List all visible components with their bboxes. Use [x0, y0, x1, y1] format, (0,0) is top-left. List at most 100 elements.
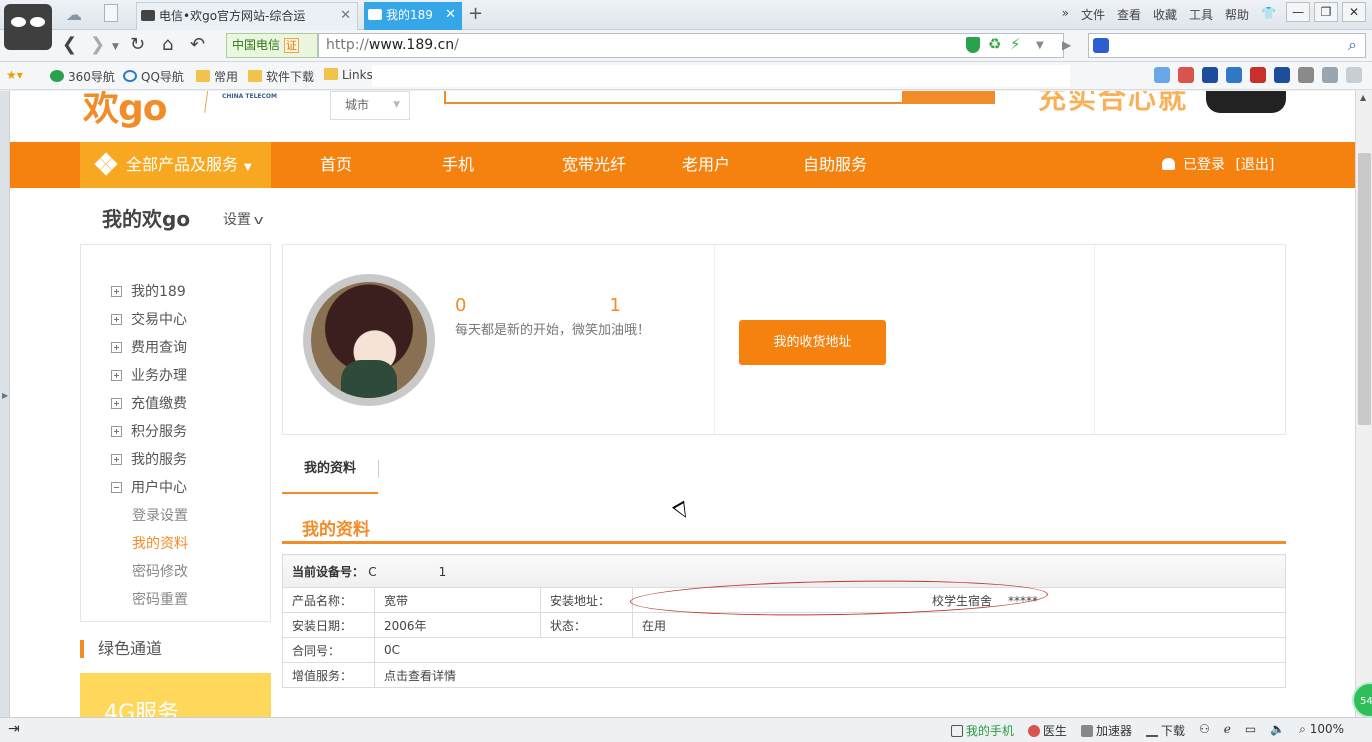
menu-help[interactable]: 帮助 [1225, 6, 1249, 23]
bookmark-360[interactable]: 360导航 [50, 68, 115, 85]
tab-my-profile[interactable]: 我的资料 [282, 450, 378, 494]
refresh-button[interactable]: ↻ [130, 34, 145, 55]
side-panel-handle[interactable]: ▶ [0, 91, 10, 717]
tab-my189[interactable]: 我的189 ✕ [364, 2, 462, 30]
carrier-security-badge[interactable]: 中国电信 证 [226, 33, 318, 58]
search-icon[interactable]: ⌕ [1348, 35, 1357, 55]
scroll-up-icon[interactable]: ▲ [1360, 93, 1366, 102]
download-button[interactable]: 下载 [1145, 722, 1185, 739]
security-shield-icon[interactable] [966, 37, 980, 53]
promo-banner-image[interactable] [1206, 91, 1286, 113]
sidebar-item-user-center[interactable]: 用户中心 [111, 477, 187, 497]
menu-favorites[interactable]: 收藏 [1153, 6, 1177, 23]
sidebar-item-trading[interactable]: 交易中心 [111, 309, 187, 329]
zoom-level[interactable]: ⌕ 100% [1299, 722, 1344, 739]
sidebar-item-business[interactable]: 业务办理 [111, 365, 187, 385]
account-sidebar: 我的189 交易中心 费用查询 业务办理 充值缴费 积分服务 我的服务 用户中心… [80, 244, 271, 622]
site-search-input[interactable] [444, 91, 904, 104]
sidebar-subitem-reset-password[interactable]: 密码重置 [132, 589, 188, 609]
baidu-paw-icon[interactable]: 🐾 [1093, 38, 1109, 53]
nav-broadband[interactable]: 宽带光纤 [562, 142, 626, 188]
sidebar-item-services[interactable]: 我的服务 [111, 449, 187, 469]
back-button[interactable]: ❮ [62, 34, 77, 55]
zoom-icon[interactable] [1322, 67, 1338, 83]
sidebar-subitem-login-settings[interactable]: 登录设置 [132, 505, 188, 525]
skin-icon[interactable]: 👕 [1261, 6, 1276, 23]
apps-grid-icon[interactable] [1154, 67, 1170, 83]
guard-icon[interactable] [1202, 67, 1218, 83]
sidebar-item-recharge[interactable]: 充值缴费 [111, 393, 187, 413]
sidebar-subitem-my-profile[interactable]: 我的资料 [132, 533, 188, 553]
accelerator-button[interactable]: 加速器 [1080, 722, 1132, 739]
ie-icon[interactable] [1226, 67, 1242, 83]
menu-tools[interactable]: 工具 [1189, 6, 1213, 23]
sidebar-toggle-icon[interactable] [104, 4, 118, 22]
city-select[interactable]: 城市 ▼ [330, 91, 410, 120]
recycle-icon[interactable]: ♻ [988, 35, 1001, 53]
bookmark-qq[interactable]: QQ导航 [123, 68, 184, 85]
promo-banner-text[interactable]: 充实合心就 [1038, 91, 1188, 117]
all-products-menu[interactable]: 全部产品及服务 ▼ [80, 142, 271, 188]
bookmark-common[interactable]: 常用 [196, 68, 238, 85]
screen-icon[interactable]: ▭ [1245, 722, 1256, 739]
expand-plus-icon [111, 370, 122, 381]
page-scrollbar[interactable]: ▲ [1355, 91, 1372, 717]
translate-icon[interactable] [1178, 67, 1194, 83]
bookmark-software[interactable]: 软件下载 [248, 68, 314, 85]
nav-existing-users[interactable]: 老用户 [682, 142, 730, 188]
extension-icon[interactable] [1250, 67, 1266, 83]
lightning-icon[interactable]: ⚡ [1010, 35, 1021, 53]
sidebar-subitem-change-password[interactable]: 密码修改 [132, 561, 188, 581]
close-window-button[interactable]: ✕ [1342, 2, 1366, 22]
close-tab-icon[interactable]: ✕ [340, 3, 351, 29]
sidebar-expand-icon[interactable]: ⇥ [8, 721, 20, 737]
mask-eye [30, 17, 45, 27]
table-row: 合同号： 0C [282, 637, 1286, 663]
close-tab-icon[interactable]: ✕ [445, 2, 456, 28]
new-tab-button[interactable]: + [468, 3, 483, 24]
shipping-address-button[interactable]: 我的收货地址 [739, 320, 886, 365]
mask-icon[interactable]: ⚇ [1199, 722, 1210, 739]
home-button[interactable]: ⌂ [162, 34, 173, 55]
minimize-button[interactable]: — [1286, 2, 1310, 22]
expand-icon[interactable] [1346, 67, 1362, 83]
carrier-label: 中国电信 [232, 38, 281, 52]
sidebar-item-points[interactable]: 积分服务 [111, 421, 187, 441]
nav-phone[interactable]: 手机 [442, 142, 474, 188]
scrollbar-thumb[interactable] [1358, 153, 1371, 425]
profile-tabs: 我的资料 我的资料 [282, 444, 1286, 544]
site-search-button[interactable] [902, 91, 995, 104]
my-phone-button[interactable]: 我的手机 [950, 722, 1014, 739]
screenshot-icon[interactable] [1274, 67, 1290, 83]
download-icon[interactable] [1298, 67, 1314, 83]
4g-service-card[interactable]: 4G服务 [80, 673, 271, 717]
settings-dropdown[interactable]: 设置 v [223, 209, 264, 229]
menu-file[interactable]: 文件 [1081, 6, 1105, 23]
bookmark-links[interactable]: Links [324, 68, 373, 82]
go-button[interactable]: ▶ [1062, 38, 1071, 52]
site-logo[interactable]: 欢go [83, 91, 168, 131]
url-dropdown-icon[interactable]: ▼ [1036, 40, 1044, 51]
value-added-link[interactable]: 点击查看详情 [374, 662, 1286, 688]
volume-icon[interactable]: 🔈 [1270, 722, 1285, 739]
add-favorite-icon[interactable]: ★▾ [6, 68, 23, 82]
nav-home[interactable]: 首页 [320, 142, 352, 188]
sidebar-item-my189[interactable]: 我的189 [111, 281, 186, 301]
doctor-button[interactable]: 医生 [1027, 722, 1067, 739]
logout-link[interactable]: [退出] [1235, 157, 1274, 173]
avatar[interactable] [303, 274, 435, 406]
browser-logo-icon[interactable] [4, 4, 52, 50]
chevron-double-icon[interactable]: » [1062, 6, 1069, 23]
address-bar[interactable]: http://www.189.cn/ [318, 33, 1064, 58]
sidebar-item-billing[interactable]: 费用查询 [111, 337, 187, 357]
history-dropdown-icon[interactable]: ▼ [112, 42, 119, 52]
cloud-sync-icon[interactable]: ☁ [66, 5, 88, 24]
undo-close-button[interactable]: ↶ [190, 34, 205, 55]
restore-button[interactable]: ❐ [1314, 2, 1338, 22]
nav-self-service[interactable]: 自助服务 [803, 142, 867, 188]
search-box[interactable]: 🐾 ⌕ [1088, 33, 1366, 58]
menu-view[interactable]: 查看 [1117, 6, 1141, 23]
tab-huango[interactable]: 电信•欢go官方网站-综合运 ✕ [136, 2, 358, 30]
ie-compat-icon[interactable]: ℯ [1224, 722, 1231, 739]
forward-button[interactable]: ❯ [90, 34, 105, 55]
